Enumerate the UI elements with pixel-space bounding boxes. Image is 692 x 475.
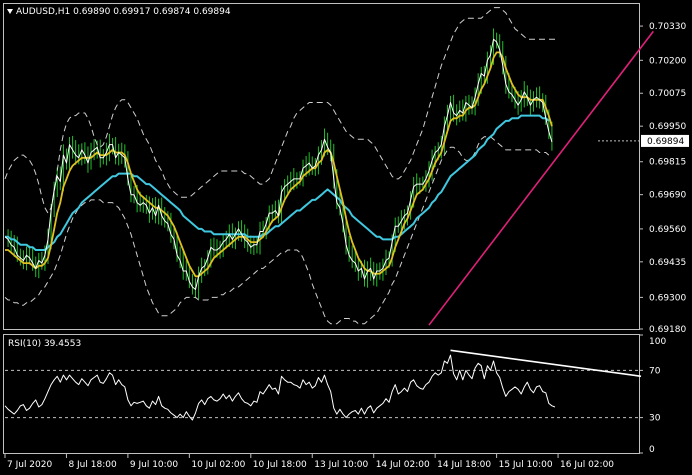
price-axis-label: 0.69300 <box>649 293 686 303</box>
rsi-axis-label: 30 <box>649 414 661 424</box>
time-axis-label: 14 Jul 02:00 <box>376 460 430 470</box>
price-axis-label: 0.70200 <box>649 56 686 66</box>
time-axis-label: 10 Jul 18:00 <box>253 460 307 470</box>
price-axis-label: 0.69815 <box>649 158 686 168</box>
price-axis-label: 0.69950 <box>649 122 686 132</box>
time-axis-label: 15 Jul 10:00 <box>499 460 553 470</box>
time-axis-label: 10 Jul 02:00 <box>191 460 245 470</box>
chart-header: AUDUSD,H1 0.69890 0.69917 0.69874 0.6989… <box>16 7 231 17</box>
time-axis-label: 9 Jul 10:00 <box>130 460 179 470</box>
current-price-label: 0.69894 <box>647 137 684 147</box>
rsi-header: RSI(10) 39.4553 <box>8 339 81 349</box>
chart-svg: 0.70330 0.70200 0.70075 0.69950 0.69815 0.696… <box>0 0 692 471</box>
rsi-axis-label: 100 <box>649 337 666 347</box>
time-axis-label: 13 Jul 10:00 <box>314 460 368 470</box>
time-axis-label: 14 Jul 18:00 <box>437 460 491 470</box>
time-axis-label: 16 Jul 02:00 <box>560 460 614 470</box>
rsi-axis-label: 70 <box>649 366 661 376</box>
price-axis-label: 0.70075 <box>649 89 686 99</box>
time-axis-label: 7 Jul 2020 <box>7 460 52 470</box>
price-axis-label: 0.70330 <box>649 22 686 32</box>
price-axis-label: 0.69690 <box>649 191 686 201</box>
price-axis-label: 0.69560 <box>649 225 686 235</box>
price-axis-label: 0.69180 <box>649 325 686 335</box>
price-axis-label: 0.69435 <box>649 258 686 268</box>
chart-root: 0.70330 0.70200 0.70075 0.69950 0.69815 0.696… <box>0 0 692 471</box>
time-axis-label: 8 Jul 18:00 <box>68 460 117 470</box>
rsi-axis-label: 0 <box>649 445 655 455</box>
